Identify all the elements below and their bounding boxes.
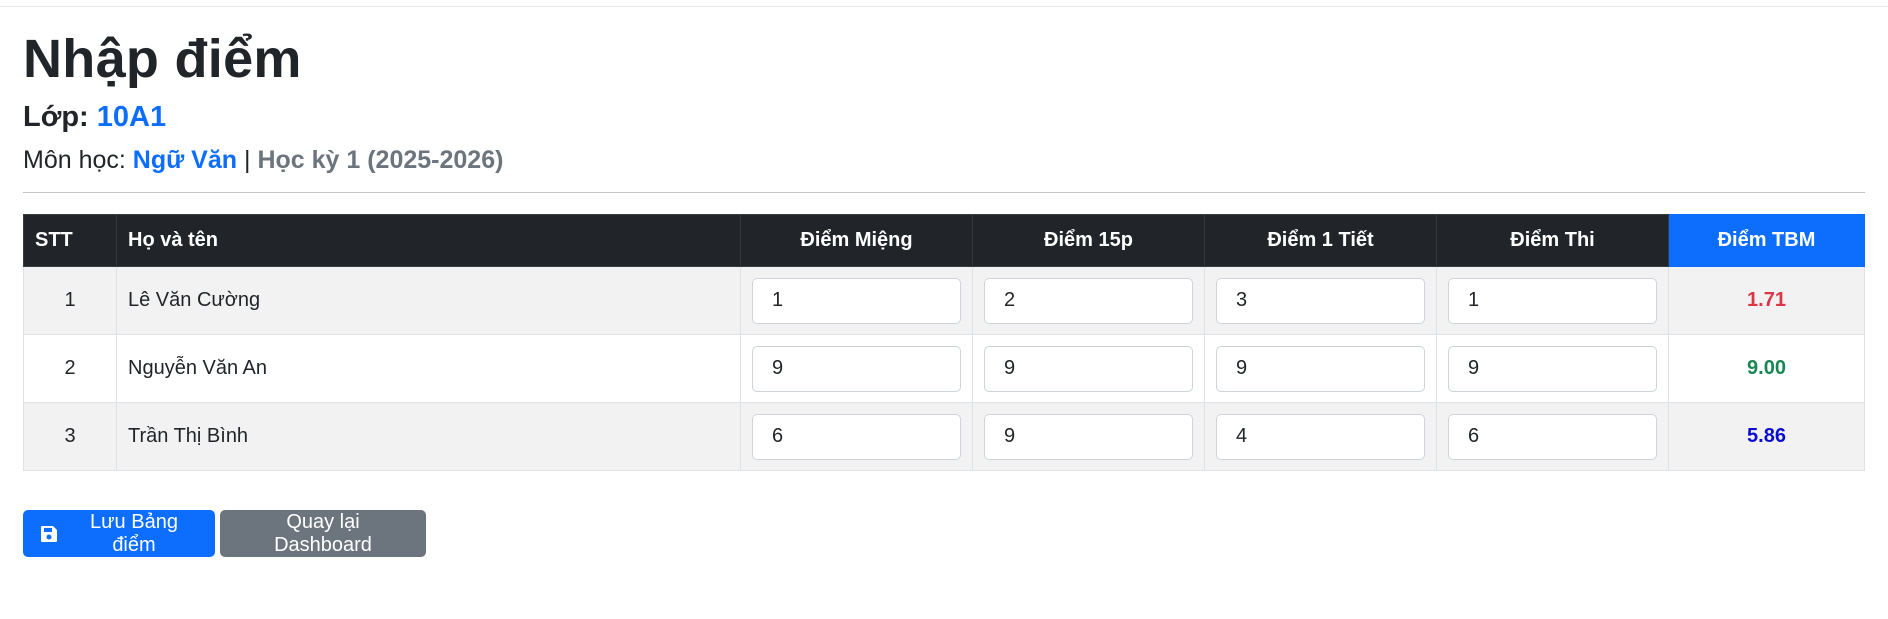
row-student-name: Trần Thị Bình <box>116 402 741 471</box>
header-stt: STT <box>23 214 117 267</box>
row-stt: 1 <box>23 266 117 335</box>
cell-1tiet <box>1204 402 1437 471</box>
table-header-row: STT Họ và tên Điểm Miệng Điểm 15p Điểm 1… <box>23 214 1865 267</box>
save-gradebook-button[interactable]: Lưu Bảng điểm <box>23 510 215 557</box>
cell-15p <box>972 334 1205 403</box>
page-title: Nhập điểm <box>23 29 302 89</box>
subject-separator: | <box>243 146 251 174</box>
row-student-name: Lê Văn Cường <box>116 266 741 335</box>
cell-thi <box>1436 266 1669 335</box>
header-15p: Điểm 15p <box>972 214 1205 267</box>
table-row: 1 Lê Văn Cường 1.71 <box>23 266 1865 335</box>
score-input-1tiet[interactable] <box>1216 413 1425 460</box>
row-tbm: 1.71 <box>1668 266 1865 335</box>
term-value: Học kỳ 1 (2025-2026) <box>257 146 504 174</box>
cell-mieng <box>740 402 973 471</box>
header-name: Họ và tên <box>116 214 741 267</box>
table-row: 2 Nguyễn Văn An 9.00 <box>23 334 1865 403</box>
row-tbm: 5.86 <box>1668 402 1865 471</box>
header-tbm: Điểm TBM <box>1668 214 1865 267</box>
score-input-1tiet[interactable] <box>1216 277 1425 324</box>
score-input-thi[interactable] <box>1448 413 1657 460</box>
score-input-mieng[interactable] <box>752 345 961 392</box>
table-row: 3 Trần Thị Bình 5.86 <box>23 402 1865 471</box>
grades-table: STT Họ và tên Điểm Miệng Điểm 15p Điểm 1… <box>23 214 1865 471</box>
header-mieng: Điểm Miệng <box>740 214 973 267</box>
top-border <box>0 6 1888 7</box>
floppy-disk-icon <box>39 524 59 544</box>
save-button-label: Lưu Bảng điểm <box>90 510 178 556</box>
back-to-dashboard-button[interactable]: Quay lại Dashboard <box>220 510 426 557</box>
divider <box>23 192 1865 193</box>
header-1tiet: Điểm 1 Tiết <box>1204 214 1437 267</box>
score-input-15p[interactable] <box>984 277 1193 324</box>
score-input-15p[interactable] <box>984 413 1193 460</box>
row-student-name: Nguyễn Văn An <box>116 334 741 403</box>
cell-thi <box>1436 402 1669 471</box>
cell-mieng <box>740 266 973 335</box>
score-input-1tiet[interactable] <box>1216 345 1425 392</box>
score-input-thi[interactable] <box>1448 345 1657 392</box>
header-thi: Điểm Thi <box>1436 214 1669 267</box>
row-stt: 3 <box>23 402 117 471</box>
cell-15p <box>972 266 1205 335</box>
subject-value: Ngữ Văn <box>132 146 238 174</box>
class-value: 10A1 <box>96 101 167 133</box>
class-info: Lớp: 10A1 <box>23 98 166 136</box>
cell-1tiet <box>1204 266 1437 335</box>
score-input-mieng[interactable] <box>752 413 961 460</box>
score-input-mieng[interactable] <box>752 277 961 324</box>
cell-15p <box>972 402 1205 471</box>
back-button-label: Quay lại Dashboard <box>274 510 372 556</box>
cell-thi <box>1436 334 1669 403</box>
action-bar: Lưu Bảng điểm Quay lại Dashboard <box>23 510 426 557</box>
score-input-thi[interactable] <box>1448 277 1657 324</box>
class-label: Lớp: <box>23 101 89 133</box>
row-stt: 2 <box>23 334 117 403</box>
cell-1tiet <box>1204 334 1437 403</box>
cell-mieng <box>740 334 973 403</box>
subject-info: Môn học: Ngữ Văn | Học kỳ 1 (2025-2026) <box>23 144 503 176</box>
score-input-15p[interactable] <box>984 345 1193 392</box>
row-tbm: 9.00 <box>1668 334 1865 403</box>
subject-label: Môn học: <box>23 146 126 174</box>
